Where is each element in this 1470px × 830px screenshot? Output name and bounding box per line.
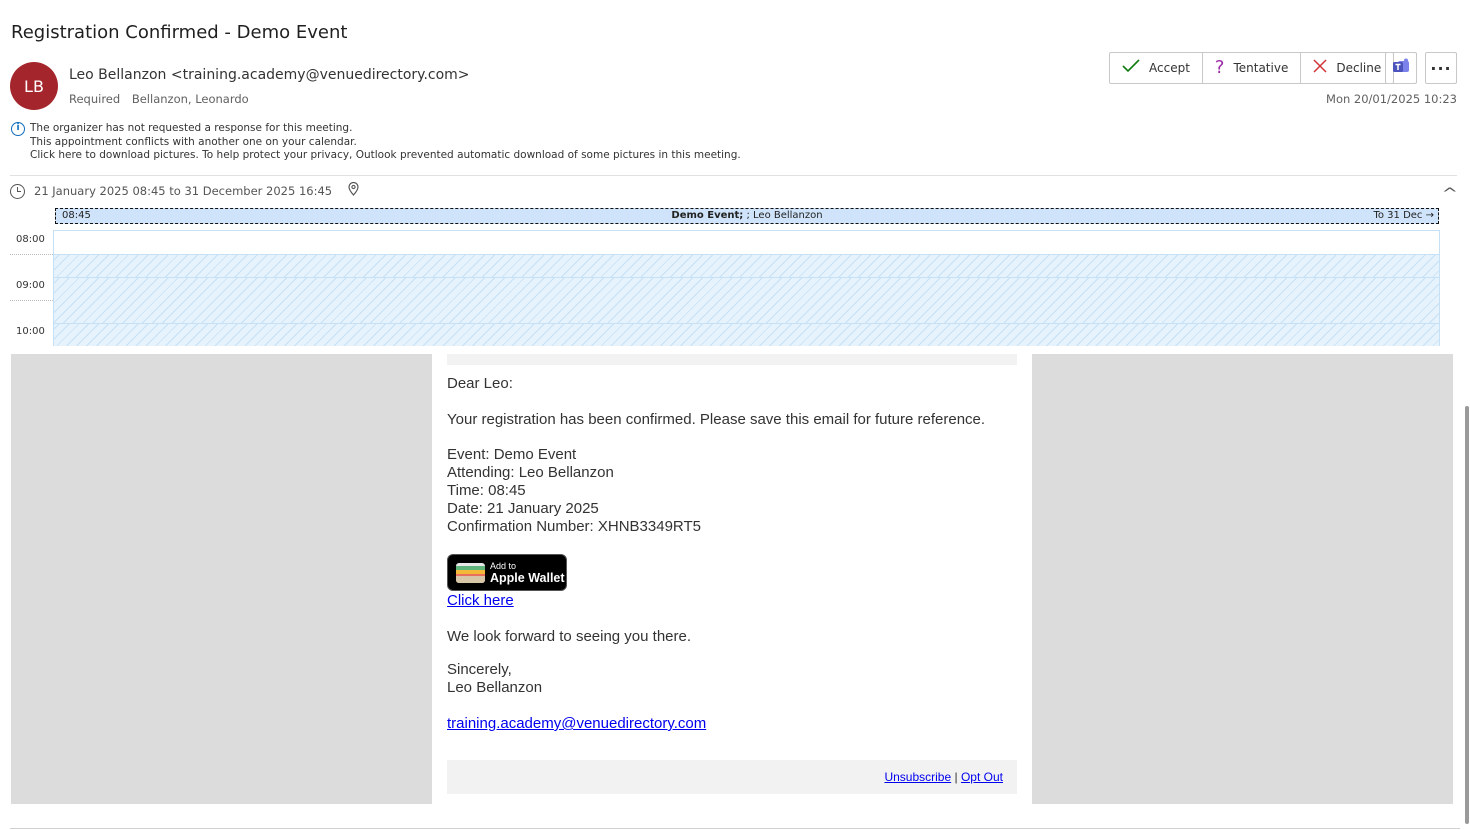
checkmark-icon — [1122, 59, 1140, 77]
attending-detail: Attending: Leo Bellanzon — [447, 464, 614, 481]
teams-button[interactable] — [1385, 52, 1417, 84]
more-icon: ··· — [1430, 58, 1452, 78]
content-top-strip — [447, 354, 1017, 365]
email-footer: Unsubscribe | Opt Out — [447, 760, 1017, 794]
sincerely: Sincerely, — [447, 661, 512, 678]
date-detail: Date: 21 January 2025 — [447, 500, 599, 517]
wallet-small-label: Add to — [490, 561, 517, 571]
info-no-response: The organizer has not requested a respon… — [30, 122, 353, 134]
intro-text: Your registration has been confirmed. Pl… — [447, 411, 986, 428]
wallet-big-label: Apple Wallet — [490, 571, 565, 585]
time-gutter: 08:00 09:00 10:00 — [10, 206, 53, 346]
event-end: To 31 Dec → — [1373, 210, 1434, 221]
event-end-label: To 31 Dec — [1373, 210, 1423, 221]
required-attendees: Required Bellanzon, Leonardo — [69, 92, 249, 106]
email-content: Dear Leo: Your registration has been con… — [447, 354, 1017, 804]
time-label: 10:00 — [16, 326, 45, 337]
sent-date: Mon 20/01/2025 10:23 — [1326, 92, 1457, 106]
rsvp-button-group: Accept ? Tentative Decline — [1109, 52, 1395, 84]
greeting: Dear Leo: — [447, 375, 513, 392]
event-organizer: ; Leo Bellanzon — [746, 210, 823, 221]
unsubscribe-link[interactable]: Unsubscribe — [884, 770, 951, 784]
event-detail: Event: Demo Event — [447, 446, 577, 463]
add-to-apple-wallet-button[interactable]: Add to Apple Wallet — [447, 554, 567, 591]
slot-1000[interactable] — [54, 323, 1439, 346]
confirmation-number: Confirmation Number: XHNB3349RT5 — [447, 518, 701, 535]
time-label: 09:00 — [16, 280, 45, 291]
required-attendee[interactable]: Bellanzon, Leonardo — [132, 92, 249, 106]
all-day-row: 08:45 Demo Event; ; Leo Bellanzon To 31 … — [53, 206, 1440, 231]
slot-0800[interactable] — [54, 231, 1439, 254]
scrollbar-thumb[interactable] — [1465, 406, 1469, 824]
wallet-icon — [456, 563, 485, 583]
footer-separator: | — [954, 770, 958, 784]
accept-label: Accept — [1149, 61, 1190, 75]
decline-label: Decline — [1336, 61, 1382, 75]
right-margin-panel — [1032, 354, 1453, 804]
chevron-up-icon[interactable]: ^ — [1442, 186, 1458, 202]
slot-0830[interactable] — [54, 254, 1439, 277]
event-title: Demo Event; ; Leo Bellanzon — [56, 210, 1438, 221]
accept-button[interactable]: Accept — [1110, 53, 1203, 83]
meeting-time: 21 January 2025 08:45 to 31 December 202… — [34, 184, 333, 198]
email-subject: Registration Confirmed - Demo Event — [11, 22, 348, 43]
opt-out-link[interactable]: Opt Out — [961, 770, 1003, 784]
sender-avatar[interactable]: LB — [10, 62, 58, 110]
gutter-line — [10, 300, 53, 301]
info-conflict: This appointment conflicts with another … — [30, 135, 357, 148]
teams-icon — [1392, 58, 1410, 78]
clock-icon — [10, 183, 25, 199]
closing-text: We look forward to seeing you there. — [447, 628, 692, 645]
x-icon — [1313, 59, 1327, 77]
slot-0900[interactable] — [54, 277, 1439, 323]
vertical-scrollbar[interactable] — [1464, 354, 1470, 830]
left-margin-panel — [11, 354, 432, 804]
required-label: Required — [69, 92, 121, 106]
tentative-label: Tentative — [1233, 61, 1289, 75]
bottom-divider — [10, 828, 1460, 829]
time-detail: Time: 08:45 — [447, 482, 526, 499]
decline-button[interactable]: Decline — [1301, 53, 1393, 83]
email-link[interactable]: training.academy@venuedirectory.com — [447, 715, 706, 732]
info-bar: i The organizer has not requested a resp… — [11, 122, 741, 163]
time-label: 08:00 — [16, 234, 45, 245]
calendar-preview: 08:45 Demo Event; ; Leo Bellanzon To 31 … — [10, 206, 1440, 346]
tentative-button[interactable]: ? Tentative — [1203, 53, 1302, 83]
sender-name[interactable]: Leo Bellanzon <training.academy@venuedir… — [69, 67, 470, 83]
header-divider — [10, 175, 1457, 176]
info-download-pictures[interactable]: Click here to download pictures. To help… — [30, 149, 741, 163]
question-icon: ? — [1214, 57, 1225, 78]
email-body: Dear Leo: Your registration has been con… — [11, 354, 1453, 804]
calendar-event[interactable]: 08:45 Demo Event; ; Leo Bellanzon To 31 … — [55, 208, 1439, 224]
gutter-line — [10, 254, 53, 255]
click-here-link[interactable]: Click here — [447, 592, 514, 609]
more-options-button[interactable]: ··· — [1425, 52, 1457, 84]
signature: Leo Bellanzon — [447, 679, 543, 696]
meeting-time-row: 21 January 2025 08:45 to 31 December 202… — [10, 181, 359, 200]
location-pin-icon — [348, 181, 359, 200]
arrow-right-icon: → — [1425, 210, 1434, 221]
event-title-bold: Demo Event; — [671, 210, 744, 221]
info-icon: i — [11, 122, 25, 136]
